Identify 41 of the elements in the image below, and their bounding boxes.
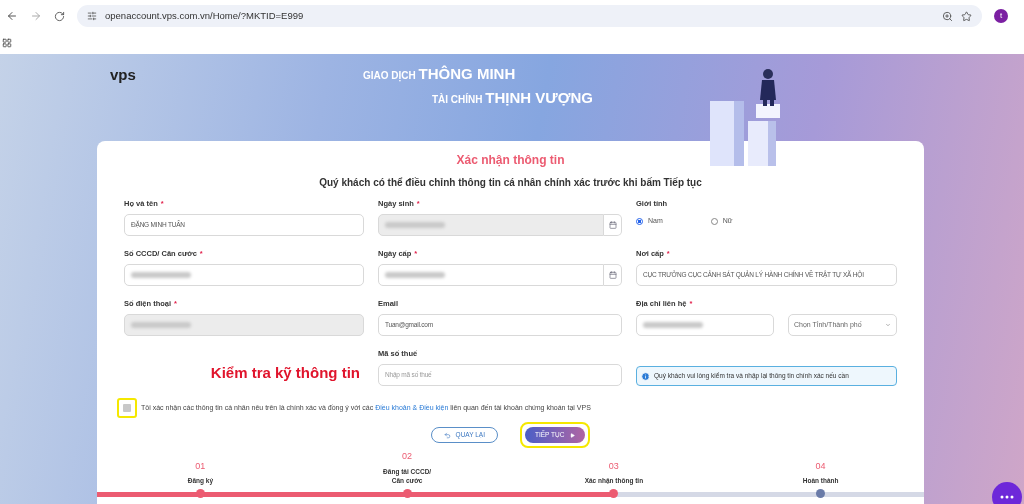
step-number: 03	[608, 459, 619, 473]
form-title: Xác nhận thông tin	[456, 152, 565, 169]
dots-icon	[1000, 495, 1014, 499]
undo-icon	[443, 431, 451, 439]
step-number: 04	[815, 459, 826, 473]
input-field[interactable]	[378, 264, 604, 286]
calendar-icon	[608, 221, 617, 229]
step-number: 02	[402, 450, 413, 463]
blurred-value	[643, 322, 703, 328]
blurred-value	[385, 222, 445, 228]
zoom-icon[interactable]	[942, 10, 953, 22]
blurred-value	[385, 272, 445, 278]
input-field[interactable]	[636, 314, 774, 336]
play-icon	[570, 432, 576, 438]
chat-button[interactable]	[992, 482, 1022, 504]
form-subtitle: Quý khách có thể điều chỉnh thông tin cá nhân chính xác trước khi bấm Tiếp tục	[319, 176, 702, 190]
logo: vps	[110, 65, 136, 85]
forward-icon[interactable]	[30, 10, 42, 22]
calendar-button[interactable]	[604, 214, 622, 236]
calendar-button[interactable]	[604, 264, 622, 286]
consent-checkbox[interactable]	[123, 404, 131, 412]
bookmark-star-icon[interactable]	[961, 10, 972, 22]
apps-icon[interactable]	[2, 38, 12, 48]
site-info-icon[interactable]	[87, 11, 97, 21]
step-number: 01	[195, 459, 206, 473]
back-icon[interactable]	[6, 10, 18, 22]
slogan-line: GIAO DỊCH THÔNG MINH	[362, 64, 516, 84]
info-icon	[641, 371, 650, 381]
calendar-icon	[608, 271, 617, 279]
annotation-text: Kiểm tra kỹ thông tin	[210, 362, 360, 383]
url-text: openaccount.vps.com.vn/Home/?MKTID=E999	[105, 8, 305, 23]
caret-icon	[885, 322, 891, 328]
blurred-value	[131, 322, 191, 328]
radio-button[interactable]	[636, 217, 643, 225]
reload-icon[interactable]	[54, 10, 65, 22]
address-bar[interactable]: openaccount.vps.com.vn/Home/?MKTID=E999	[77, 5, 982, 27]
profile-avatar[interactable]: t	[994, 9, 1008, 23]
radio-button[interactable]	[710, 217, 718, 225]
blurred-value	[131, 272, 191, 278]
input-field[interactable]	[124, 264, 364, 286]
slogan-line: TÀI CHÍNH THỊNH VƯỢNG	[431, 88, 593, 108]
